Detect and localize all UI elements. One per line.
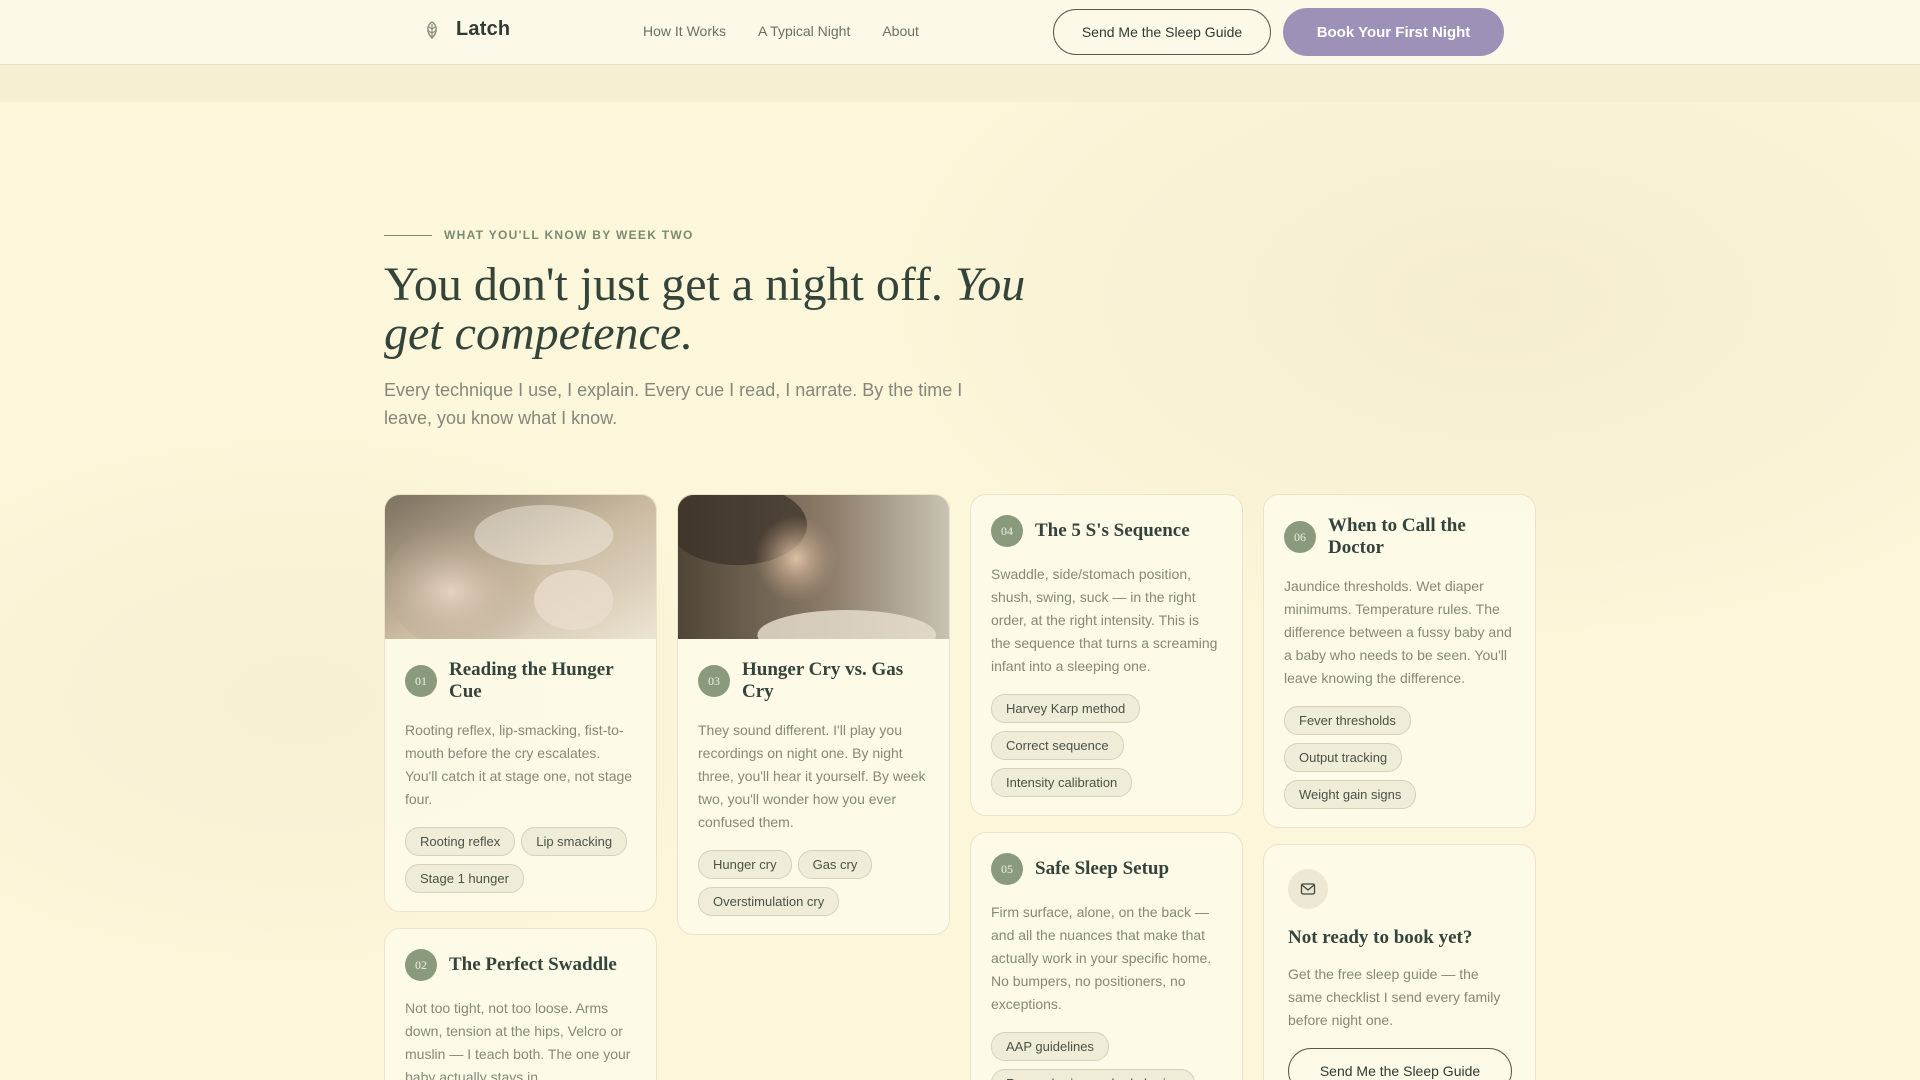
tag-list: Fever thresholds Output tracking Weight … bbox=[1284, 706, 1515, 809]
tag-chip[interactable]: Correct sequence bbox=[991, 731, 1124, 760]
card-number-badge: 06 bbox=[1284, 521, 1316, 553]
tag-chip[interactable]: Stage 1 hunger bbox=[405, 864, 524, 893]
eyebrow-line bbox=[384, 234, 432, 236]
mail-icon-circle bbox=[1288, 869, 1328, 909]
tag-chip[interactable]: Weight gain signs bbox=[1284, 780, 1417, 809]
skill-card: 01 Reading the Hunger Cue Rooting reflex… bbox=[384, 494, 657, 912]
card-number-badge: 03 bbox=[698, 665, 730, 697]
card-number-badge: 05 bbox=[991, 853, 1023, 885]
tag-chip[interactable]: Fever thresholds bbox=[1284, 706, 1411, 735]
card-title: Reading the Hunger Cue bbox=[449, 659, 614, 702]
card-column-4: 06 When to Call the Doctor Jaundice thre… bbox=[1263, 494, 1536, 1080]
book-first-night-button[interactable]: Book Your First Night bbox=[1283, 8, 1504, 56]
cta-description: Get the free sleep guide — the same chec… bbox=[1288, 966, 1501, 1028]
nav-link-how-it-works[interactable]: How It Works bbox=[643, 23, 726, 39]
card-title: The 5 S's Sequence bbox=[1035, 520, 1190, 541]
baby-photo bbox=[385, 495, 656, 639]
card-number-badge: 01 bbox=[405, 665, 437, 697]
tag-chip[interactable]: Gas cry bbox=[797, 850, 873, 879]
skill-card: 05 Safe Sleep Setup Firm surface, alone,… bbox=[970, 832, 1243, 1080]
skill-card: 04 The 5 S's Sequence Swaddle, side/stom… bbox=[970, 494, 1243, 816]
card-number-badge: 04 bbox=[991, 515, 1023, 547]
headline-plain: You don't just get a night off. bbox=[384, 258, 955, 311]
tag-list: Harvey Karp method Correct sequence Inte… bbox=[991, 694, 1222, 797]
top-nav: Latch How It Works A Typical Night About… bbox=[0, 0, 1920, 64]
card-description: Swaddle, side/stomach position, shush, s… bbox=[991, 566, 1218, 674]
parent-photo bbox=[678, 495, 949, 639]
tag-chip[interactable]: Output tracking bbox=[1284, 743, 1403, 772]
card-column-2: 03 Hunger Cry vs. Gas Cry They sound dif… bbox=[677, 494, 950, 951]
tag-chip[interactable]: Overstimulation cry bbox=[698, 887, 840, 916]
nav-divider-band bbox=[0, 64, 1920, 102]
tag-chip[interactable]: Lip smacking bbox=[521, 827, 628, 856]
sleep-guide-cta-card: Not ready to book yet? Get the free slee… bbox=[1263, 844, 1536, 1080]
tag-chip[interactable]: Rooting reflex bbox=[405, 827, 516, 856]
skill-card: 06 When to Call the Doctor Jaundice thre… bbox=[1263, 494, 1536, 828]
cta-title: Not ready to book yet? bbox=[1288, 927, 1473, 948]
eyebrow-text: WHAT YOU'LL KNOW BY WEEK TWO bbox=[444, 228, 694, 242]
tag-chip[interactable]: Room-sharing vs. bed-sharing bbox=[991, 1069, 1196, 1080]
card-title: The Perfect Swaddle bbox=[449, 954, 617, 975]
mail-icon bbox=[1300, 883, 1316, 895]
card-column-3: 04 The 5 S's Sequence Swaddle, side/stom… bbox=[970, 494, 1243, 1080]
card-description: They sound different. I'll play you reco… bbox=[698, 722, 926, 830]
eyebrow: WHAT YOU'LL KNOW BY WEEK TWO bbox=[384, 228, 1084, 242]
skill-card: 03 Hunger Cry vs. Gas Cry They sound dif… bbox=[677, 494, 950, 935]
card-number-badge: 02 bbox=[405, 949, 437, 981]
card-description: Rooting reflex, lip-smacking, fist-to-mo… bbox=[405, 722, 633, 807]
card-description: Not too tight, not too loose. Arms down,… bbox=[405, 1000, 631, 1080]
nav-link-about[interactable]: About bbox=[882, 23, 919, 39]
tag-list: Hunger cry Gas cry Overstimulation cry bbox=[698, 850, 929, 916]
tag-list: Rooting reflex Lip smacking Stage 1 hung… bbox=[405, 827, 636, 893]
card-title: When to Call the Doctor bbox=[1328, 515, 1466, 558]
card-column-1: 01 Reading the Hunger Cue Rooting reflex… bbox=[384, 494, 657, 1080]
tag-chip[interactable]: AAP guidelines bbox=[991, 1032, 1109, 1061]
tag-chip[interactable]: Hunger cry bbox=[698, 850, 792, 879]
tag-chip[interactable]: Harvey Karp method bbox=[991, 694, 1141, 723]
card-title: Safe Sleep Setup bbox=[1035, 858, 1170, 879]
leaf-icon bbox=[427, 20, 437, 39]
card-title: Hunger Cry vs. Gas Cry bbox=[742, 659, 904, 702]
card-description: Jaundice thresholds. Wet diaper minimums… bbox=[1284, 578, 1512, 686]
nav-links: How It Works A Typical Night About bbox=[643, 23, 919, 39]
page-title: You don't just get a night off. You get … bbox=[384, 260, 1084, 358]
tag-chip[interactable]: Intensity calibration bbox=[991, 768, 1133, 797]
hero-section: WHAT YOU'LL KNOW BY WEEK TWO You don't j… bbox=[384, 228, 1084, 432]
brand-name: Latch bbox=[456, 18, 511, 40]
brand-logo[interactable]: Latch bbox=[422, 18, 510, 41]
hero-subhead: Every technique I use, I explain. Every … bbox=[384, 380, 963, 428]
send-sleep-guide-button[interactable]: Send Me the Sleep Guide bbox=[1053, 9, 1271, 55]
tag-list: AAP guidelines Room-sharing vs. bed-shar… bbox=[991, 1032, 1222, 1080]
nav-link-typical-night[interactable]: A Typical Night bbox=[758, 23, 850, 39]
send-sleep-guide-button[interactable]: Send Me the Sleep Guide bbox=[1288, 1048, 1512, 1080]
skill-card: 02 The Perfect Swaddle Not too tight, no… bbox=[384, 928, 657, 1080]
card-description: Firm surface, alone, on the back — and a… bbox=[991, 904, 1212, 1012]
page-background bbox=[0, 0, 1920, 1080]
